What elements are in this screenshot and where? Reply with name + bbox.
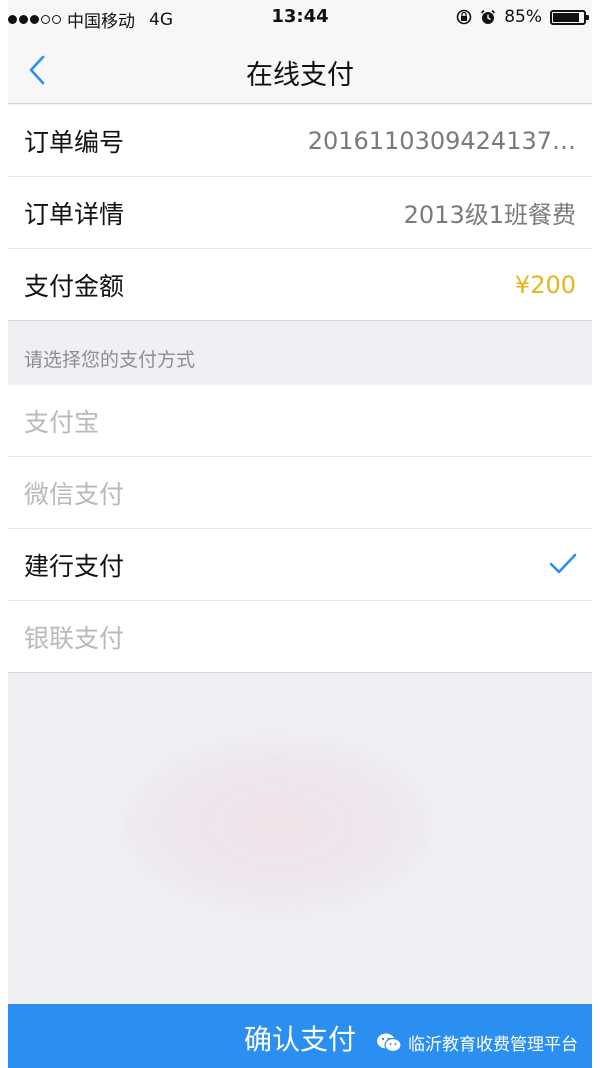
chevron-left-icon [29, 55, 45, 85]
phone-screen: 中国移动 4G 13:44 85% 在线支付 订单编号 201611030942… [8, 0, 592, 1068]
payment-method-label: 支付宝 [24, 407, 100, 437]
payment-method-label: 微信支付 [24, 479, 125, 509]
order-number-label: 订单编号 [24, 127, 125, 157]
status-bar: 中国移动 4G 13:44 85% [8, 0, 592, 36]
carrier-name: 中国移动 [67, 12, 135, 32]
status-left: 中国移动 4G [8, 7, 173, 32]
payment-methods-group: 支付宝 微信支付 建行支付 银联支付 [8, 385, 592, 673]
back-button[interactable] [22, 52, 52, 88]
payment-method-wechat[interactable]: 微信支付 [8, 457, 592, 529]
battery-icon [550, 9, 589, 25]
order-detail-value: 2013级1班餐费 [403, 201, 576, 229]
rotation-lock-icon [456, 9, 472, 25]
payment-method-hint: 请选择您的支付方式 [24, 349, 196, 371]
status-right: 85% [456, 7, 589, 27]
alarm-icon [481, 9, 496, 24]
watermark: 临沂教育收费管理平台 [376, 1030, 578, 1055]
payment-method-ccb[interactable]: 建行支付 [8, 529, 592, 601]
order-number-value: 2016110309424137… [307, 126, 576, 155]
payment-amount-row: 支付金额 ¥200 [8, 249, 592, 321]
order-number-row: 订单编号 2016110309424137… [8, 105, 592, 177]
payment-amount-value: ¥200 [514, 270, 576, 299]
watermark-text: 临沂教育收费管理平台 [408, 1035, 578, 1055]
payment-method-label: 银联支付 [24, 623, 125, 653]
payment-method-unionpay[interactable]: 银联支付 [8, 601, 592, 673]
order-info-group: 订单编号 2016110309424137… 订单详情 2013级1班餐费 支付… [8, 105, 592, 321]
wechat-icon [377, 1033, 402, 1052]
payment-method-alipay[interactable]: 支付宝 [8, 385, 592, 457]
signal-strength-icon [8, 15, 61, 24]
nav-bar: 在线支付 [8, 36, 592, 104]
battery-percent: 85% [504, 7, 542, 27]
blurred-area [128, 740, 428, 910]
network-type: 4G [149, 9, 173, 30]
confirm-payment-button[interactable]: 确认支付 临沂教育收费管理平台 [8, 1004, 592, 1068]
payment-method-label: 建行支付 [24, 551, 125, 581]
order-detail-row: 订单详情 2013级1班餐费 [8, 177, 592, 249]
payment-amount-label: 支付金额 [24, 271, 125, 301]
page-title: 在线支付 [246, 60, 354, 91]
checkmark-icon [549, 553, 577, 574]
order-detail-label: 订单详情 [24, 199, 125, 229]
